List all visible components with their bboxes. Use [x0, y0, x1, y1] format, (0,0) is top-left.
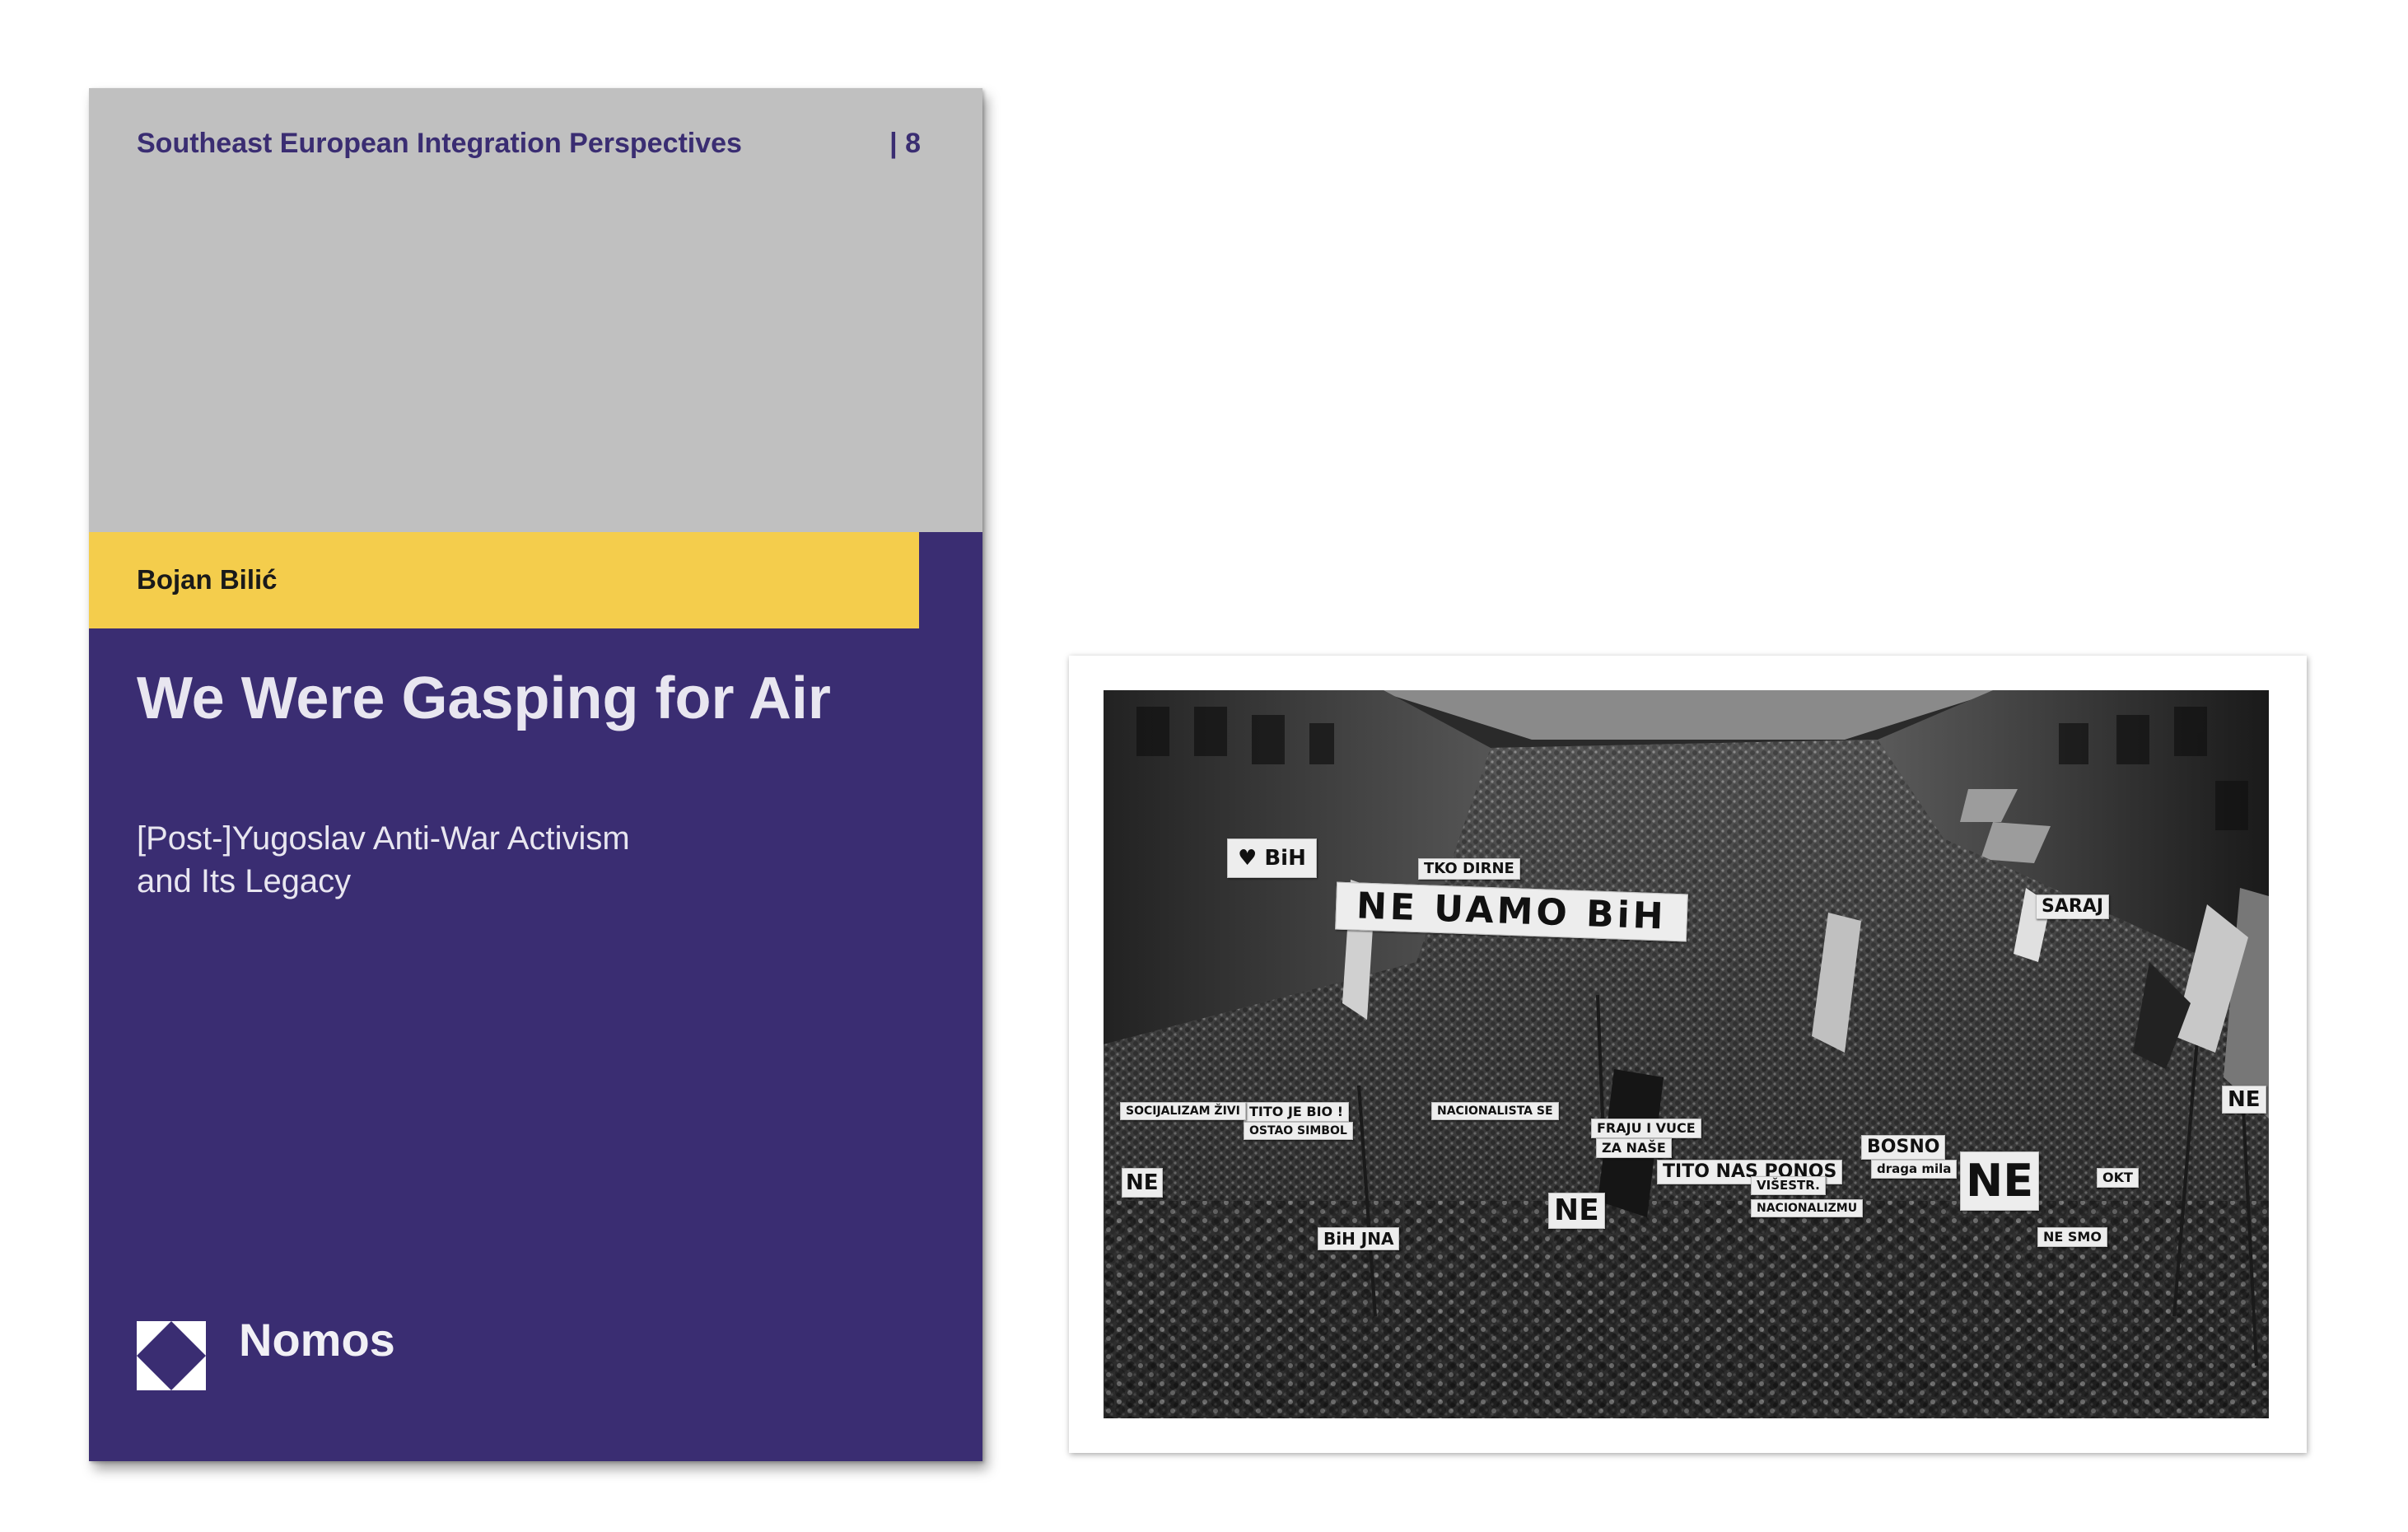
sign-fraju: FRAJU I VUCE — [1591, 1119, 1701, 1138]
sign-bosno-sub: draga mila — [1871, 1160, 1958, 1179]
sign-heart-bih: ♥ BiH — [1227, 838, 1317, 878]
sign-socijalizam: SOCIJALIZAM ŽIVI — [1120, 1102, 1246, 1120]
series-title: Southeast European Integration Perspecti… — [137, 128, 742, 159]
sign-ne-4: NE — [2222, 1086, 2266, 1114]
sign-ne-3: NE — [1122, 1168, 1163, 1198]
sign-viselje: VIŠESTR. — [1751, 1176, 1826, 1195]
publisher-name: Nomos — [239, 1314, 395, 1366]
sign-bosno: BOSNO — [1861, 1135, 1946, 1160]
author-name: Bojan Bilić — [137, 564, 278, 595]
sign-ne-2: NE — [1548, 1193, 1605, 1229]
cover-top-band: Southeast European Integration Perspecti… — [89, 88, 982, 532]
sign-ne-1: NE — [1960, 1151, 2040, 1211]
sign-nacionalizmu: NACIONALIZMU — [1751, 1199, 1864, 1217]
series-number: | 8 — [889, 128, 921, 159]
sign-tito-ostao: OSTAO SIMBOL — [1244, 1122, 1353, 1140]
photo-scene — [1104, 690, 2269, 1418]
sign-ne-smo: NE SMO — [2037, 1227, 2107, 1247]
subtitle-line-2: and Its Legacy — [137, 863, 352, 899]
sign-saraj: SARAJ — [2036, 894, 2110, 919]
photo-card: NE UAMO BiH TKO DIRNE ♥ BiH NE NE NE NE … — [1069, 656, 2307, 1453]
sign-bih-jna: BiH JNA — [1318, 1227, 1400, 1250]
sign-nacionalista: NACIONALISTA SE — [1431, 1102, 1559, 1120]
book-title: We Were Gasping for Air — [137, 666, 831, 731]
book-subtitle: [Post-]Yugoslav Anti-War Activism and It… — [137, 817, 630, 903]
nomos-logo-icon — [137, 1321, 206, 1390]
sign-tko-dirne: TKO DIRNE — [1418, 858, 1520, 880]
author-band: Bojan Bilić — [89, 532, 919, 628]
sign-oktobar: OKT — [2097, 1168, 2139, 1188]
protest-photo: NE UAMO BiH TKO DIRNE ♥ BiH NE NE NE NE … — [1104, 690, 2269, 1418]
subtitle-line-1: [Post-]Yugoslav Anti-War Activism — [137, 820, 630, 857]
sign-tito-1: TITO JE BIO ! — [1244, 1102, 1350, 1122]
sign-za-nase: ZA NAŠE — [1596, 1138, 1672, 1158]
book-cover: Southeast European Integration Perspecti… — [89, 88, 982, 1461]
